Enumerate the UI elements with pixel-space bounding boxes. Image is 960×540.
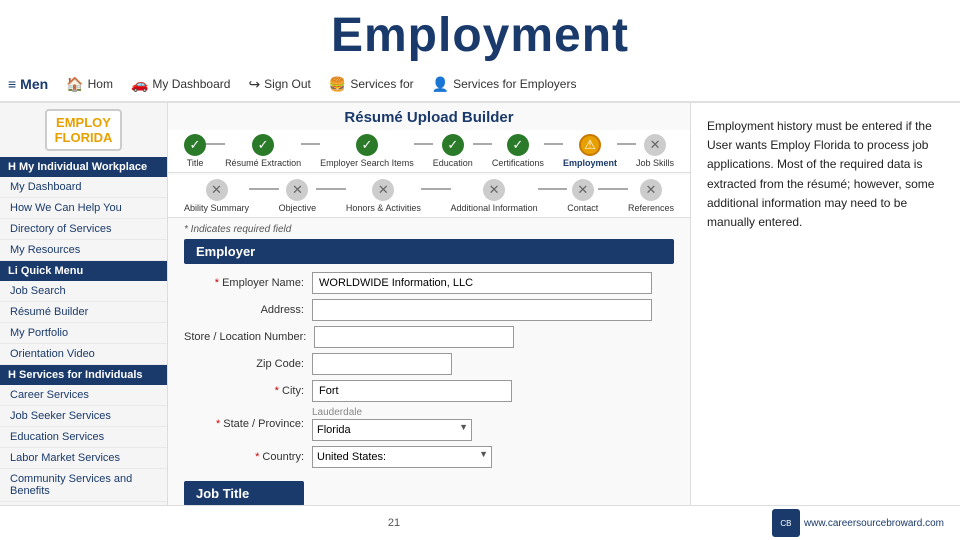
employer-name-label: Employer Name: bbox=[184, 277, 304, 289]
home-icon: 🏠 bbox=[66, 76, 83, 93]
footer: 21 CB www.careersourcebroward.com bbox=[0, 505, 960, 540]
step-jobskills: ✕ Job Skills bbox=[636, 134, 674, 168]
top-nav: ≡ Men 🏠 Hom 🚗 My Dashboard ↪ Sign Out 🍔 … bbox=[0, 67, 960, 103]
nav-home[interactable]: 🏠 Hom bbox=[66, 76, 113, 93]
sidebar-item-help[interactable]: How We Can Help You bbox=[0, 198, 167, 219]
step-x-icon: ✕ bbox=[644, 134, 666, 156]
nav-dashboard[interactable]: 🚗 My Dashboard bbox=[131, 76, 230, 93]
step-active-icon: ⚠ bbox=[579, 134, 601, 156]
step-title: ✓ Title bbox=[184, 134, 206, 168]
sidebar-item-orientation[interactable]: Orientation Video bbox=[0, 344, 167, 365]
nav-services[interactable]: 🍔 Services for bbox=[329, 76, 414, 93]
right-panel-text: Employment history must be entered if th… bbox=[707, 117, 944, 232]
city-label: City: bbox=[184, 385, 304, 397]
step-certifications: ✓ Certifications bbox=[492, 134, 544, 168]
sidebar: EMPLOYFLORIDA H My Individual Workplace … bbox=[0, 103, 168, 525]
sidebar-header-quickmenu: Li Quick Menu bbox=[0, 261, 167, 281]
state-row: State / Province: Lauderdale Florida bbox=[184, 407, 674, 441]
sidebar-header-workspace: H My Individual Workplace bbox=[0, 157, 167, 177]
sidebar-item-dashboard[interactable]: My Dashboard bbox=[0, 177, 167, 198]
sidebar-item-resources[interactable]: My Resources bbox=[0, 240, 167, 261]
employer-name-input[interactable] bbox=[312, 272, 652, 294]
progress-bar-row2: ✕ Ability Summary ✕ Objective ✕ Honors &… bbox=[168, 175, 690, 218]
form-area: * Indicates required field Employer Empl… bbox=[168, 218, 690, 512]
address-row: Address: bbox=[184, 299, 674, 321]
sidebar-item-career[interactable]: Career Services bbox=[0, 385, 167, 406]
page-title: Employment bbox=[0, 0, 960, 67]
step-honors: ✕ Honors & Activities bbox=[346, 179, 421, 213]
sidebar-item-education[interactable]: Education Services bbox=[0, 427, 167, 448]
services-icon: 🍔 bbox=[329, 76, 346, 93]
progress-bar-row1: ✓ Title ✓ Résumé Extraction ✓ Employer S… bbox=[168, 130, 690, 173]
step-check-icon4: ✓ bbox=[442, 134, 464, 156]
nav-signout[interactable]: ↪ Sign Out bbox=[248, 76, 310, 93]
resume-header: Résumé Upload Builder bbox=[168, 103, 690, 130]
employ-logo: EMPLOYFLORIDA bbox=[0, 103, 167, 157]
step-check-icon2: ✓ bbox=[252, 134, 274, 156]
nav-brand[interactable]: ≡ Men bbox=[8, 76, 48, 92]
broward-icon: CB bbox=[772, 509, 800, 537]
right-panel: Employment history must be entered if th… bbox=[690, 103, 960, 525]
city-row: City: bbox=[184, 380, 674, 402]
step-check-icon3: ✓ bbox=[356, 134, 378, 156]
address-input[interactable] bbox=[312, 299, 652, 321]
required-note: * Indicates required field bbox=[184, 224, 674, 235]
zip-input[interactable] bbox=[312, 353, 452, 375]
employer-icon: 👤 bbox=[432, 76, 449, 93]
step-check-icon5: ✓ bbox=[507, 134, 529, 156]
step-employer-search: ✓ Employer Search Items bbox=[320, 134, 414, 168]
zip-label: Zip Code: bbox=[184, 358, 304, 370]
step-education: ✓ Education bbox=[433, 134, 473, 168]
sidebar-item-community[interactable]: Community Services and Benefits bbox=[0, 469, 167, 502]
main-layout: EMPLOYFLORIDA H My Individual Workplace … bbox=[0, 103, 960, 525]
zip-row: Zip Code: bbox=[184, 353, 674, 375]
content-area: Résumé Upload Builder ✓ Title ✓ Résumé E… bbox=[168, 103, 690, 525]
employer-name-row: Employer Name: bbox=[184, 272, 674, 294]
store-row: Store / Location Number: bbox=[184, 326, 674, 348]
sidebar-item-directory[interactable]: Directory of Services bbox=[0, 219, 167, 240]
sidebar-item-resume[interactable]: Résumé Builder bbox=[0, 302, 167, 323]
job-title-section: Job Title bbox=[184, 481, 304, 506]
step-ability: ✕ Ability Summary bbox=[184, 179, 249, 213]
country-row: Country: United States: bbox=[184, 446, 674, 468]
signout-icon: ↪ bbox=[248, 76, 260, 93]
country-label: Country: bbox=[184, 451, 304, 463]
state-placeholder: Lauderdale bbox=[312, 407, 472, 418]
employer-section-title: Employer bbox=[184, 239, 674, 264]
store-label: Store / Location Number: bbox=[184, 331, 306, 343]
step-references: ✕ References bbox=[628, 179, 674, 213]
step-objective: ✕ Objective bbox=[279, 179, 317, 213]
sidebar-header-services: H Services for Individuals bbox=[0, 365, 167, 385]
step-contact: ✕ Contact bbox=[567, 179, 598, 213]
country-select[interactable]: United States: bbox=[312, 446, 492, 468]
city-input[interactable] bbox=[312, 380, 512, 402]
nav-employers[interactable]: 👤 Services for Employers bbox=[432, 76, 577, 93]
sidebar-item-portfolio[interactable]: My Portfolio bbox=[0, 323, 167, 344]
broward-logo: CB www.careersourcebroward.com bbox=[772, 509, 944, 537]
state-label: State / Province: bbox=[184, 418, 304, 430]
sidebar-item-jobseeker[interactable]: Job Seeker Services bbox=[0, 406, 167, 427]
step-resume-extraction: ✓ Résumé Extraction bbox=[225, 134, 301, 168]
step-check-icon: ✓ bbox=[184, 134, 206, 156]
store-input[interactable] bbox=[314, 326, 514, 348]
step-additional: ✕ Additional Information bbox=[451, 179, 538, 213]
sidebar-item-jobsearch[interactable]: Job Search bbox=[0, 281, 167, 302]
address-label: Address: bbox=[184, 304, 304, 316]
step-employment: ⚠ Employment bbox=[563, 134, 617, 168]
state-select[interactable]: Florida bbox=[312, 419, 472, 441]
sidebar-item-labor[interactable]: Labor Market Services bbox=[0, 448, 167, 469]
page-number: 21 bbox=[388, 517, 400, 529]
footer-url: www.careersourcebroward.com bbox=[804, 518, 944, 529]
dashboard-icon: 🚗 bbox=[131, 76, 148, 93]
